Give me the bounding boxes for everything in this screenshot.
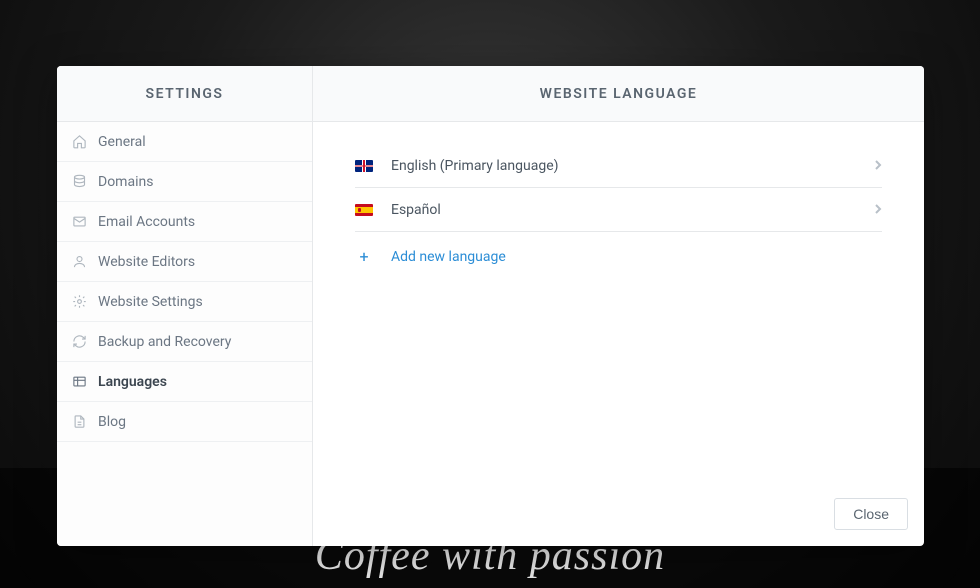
add-language-label: Add new language	[391, 249, 506, 265]
sidebar-item-general[interactable]: General	[57, 122, 312, 162]
sidebar-item-label: Languages	[98, 374, 167, 390]
language-list: English (Primary language) Español + Add…	[313, 122, 924, 546]
flag-es-icon	[355, 204, 373, 216]
chevron-right-icon	[874, 156, 882, 175]
add-language-button[interactable]: + Add new language	[355, 232, 882, 282]
language-label: Español	[391, 202, 856, 218]
sidebar-item-domains[interactable]: Domains	[57, 162, 312, 202]
sidebar-item-blog[interactable]: Blog	[57, 402, 312, 442]
sidebar-item-languages[interactable]: Languages	[57, 362, 312, 402]
modal-footer: Close	[834, 498, 908, 530]
sidebar-item-label: Website Settings	[98, 294, 203, 310]
settings-sidebar: SETTINGS General Domains Email Accounts	[57, 66, 313, 546]
refresh-icon	[71, 334, 87, 350]
sidebar-item-backup[interactable]: Backup and Recovery	[57, 322, 312, 362]
sidebar-item-label: Backup and Recovery	[98, 334, 231, 350]
sidebar-title: SETTINGS	[57, 66, 312, 122]
globe-icon	[71, 374, 87, 390]
home-icon	[71, 134, 87, 150]
sidebar-item-label: Blog	[98, 414, 126, 430]
plus-icon: +	[355, 249, 373, 265]
close-button[interactable]: Close	[834, 498, 908, 530]
sidebar-item-email[interactable]: Email Accounts	[57, 202, 312, 242]
sidebar-item-editors[interactable]: Website Editors	[57, 242, 312, 282]
database-icon	[71, 174, 87, 190]
chevron-right-icon	[874, 200, 882, 219]
language-row-spanish[interactable]: Español	[355, 188, 882, 232]
gear-icon	[71, 294, 87, 310]
mail-icon	[71, 214, 87, 230]
sidebar-item-website-settings[interactable]: Website Settings	[57, 282, 312, 322]
language-row-english[interactable]: English (Primary language)	[355, 144, 882, 188]
settings-modal: SETTINGS General Domains Email Accounts	[57, 66, 924, 546]
language-label: English (Primary language)	[391, 158, 856, 174]
sidebar-item-label: Website Editors	[98, 254, 195, 270]
main-title: WEBSITE LANGUAGE	[313, 66, 924, 122]
sidebar-item-label: Domains	[98, 174, 153, 190]
document-icon	[71, 414, 87, 430]
user-icon	[71, 254, 87, 270]
flag-uk-icon	[355, 160, 373, 172]
sidebar-item-label: General	[98, 134, 146, 150]
main-panel: WEBSITE LANGUAGE English (Primary langua…	[313, 66, 924, 546]
sidebar-item-label: Email Accounts	[98, 214, 195, 230]
